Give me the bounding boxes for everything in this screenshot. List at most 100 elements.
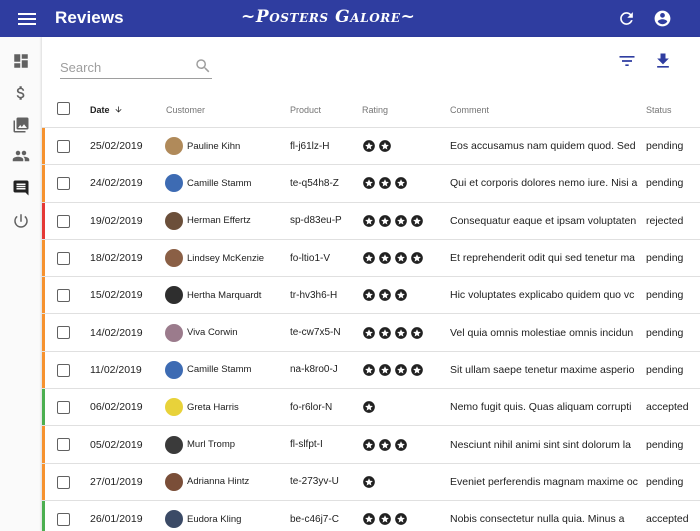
status-indicator (42, 351, 45, 389)
review-date: 11/02/2019 (90, 363, 142, 376)
row-checkbox[interactable] (57, 140, 70, 153)
customer-name: Camille Stamm (187, 364, 252, 376)
product-reference[interactable]: sp-d83eu-P (290, 203, 352, 239)
table-row[interactable]: 25/02/2019 Pauline Kihn fl-j61lz-H Eos accu… (42, 128, 700, 166)
customer-link[interactable]: Herman Effertz (165, 203, 283, 239)
row-checkbox[interactable] (57, 401, 70, 415)
row-checkbox[interactable] (57, 326, 70, 340)
table-row[interactable]: 26/01/2019 Eudora Kling be-c46j7-C Nobis co… (42, 500, 700, 531)
table-row[interactable]: 05/02/2019 Murl Tromp fl-slfpt-I Nesciunt n… (42, 426, 700, 464)
account-icon[interactable] (653, 9, 672, 28)
customer-link[interactable]: Viva Corwin (165, 314, 283, 350)
product-reference[interactable]: be-c46j7-C (290, 501, 352, 531)
rating-stars (362, 240, 442, 276)
status-text: pending (646, 363, 684, 376)
customers-icon[interactable] (12, 147, 30, 165)
table-row[interactable]: 06/02/2019 Greta Harris fo-r6lor-N Nemo fug… (42, 389, 700, 427)
customer-link[interactable]: Pauline Kihn (165, 128, 283, 164)
product-reference[interactable]: fl-slfpt-I (290, 426, 352, 462)
product-reference[interactable]: te-cw7x5-N (290, 314, 352, 350)
dollar-icon[interactable] (12, 84, 30, 102)
avatar (165, 435, 183, 454)
review-comment: Consequatur eaque et ipsam voluptaten (450, 214, 637, 227)
column-product[interactable]: Product (290, 105, 321, 115)
customer-link[interactable]: Eudora Kling (165, 501, 283, 531)
customer-link[interactable]: Adrianna Hintz (165, 464, 283, 500)
avatar (165, 174, 183, 193)
table-row[interactable]: 11/02/2019 Camille Stamm na-k8ro0-J Sit ull… (42, 351, 700, 390)
product-reference[interactable]: fl-j61lz-H (290, 128, 352, 164)
download-icon[interactable] (653, 51, 673, 71)
logout-icon[interactable] (12, 212, 30, 230)
row-checkbox[interactable] (57, 363, 70, 377)
customer-link[interactable]: Camille Stamm (165, 352, 283, 388)
row-checkbox[interactable] (57, 512, 70, 526)
column-date[interactable]: Date (90, 105, 123, 115)
product-reference[interactable]: fo-ltio1-V (290, 240, 352, 276)
star-icon (395, 326, 407, 339)
status-indicator (42, 165, 45, 202)
column-customer[interactable]: Customer (166, 105, 205, 115)
customer-name: Hertha Marquardt (187, 289, 262, 301)
product-reference[interactable]: tr-hv3h6-H (290, 277, 352, 313)
table-row[interactable]: 18/02/2019 Lindsey McKenzie fo-ltio1-V Et r… (42, 239, 700, 278)
dashboard-icon[interactable] (12, 52, 30, 70)
status-indicator (42, 128, 45, 165)
table-row[interactable]: 14/02/2019 Viva Corwin te-cw7x5-N Vel quia … (42, 314, 700, 352)
product-reference[interactable]: fo-r6lor-N (290, 389, 352, 425)
column-status[interactable]: Status (646, 105, 672, 115)
row-checkbox[interactable] (57, 214, 70, 228)
table-row[interactable]: 24/02/2019 Camille Stamm te-q54h8-Z Qui et … (42, 165, 700, 203)
row-checkbox[interactable] (57, 438, 70, 452)
customer-link[interactable]: Lindsey McKenzie (165, 240, 283, 276)
customer-link[interactable]: Murl Tromp (165, 426, 283, 462)
product-reference[interactable]: na-k8ro0-J (290, 352, 352, 388)
star-icon (363, 513, 375, 525)
status-indicator (42, 202, 45, 239)
avatar (165, 211, 183, 230)
status-text: accepted (646, 401, 689, 414)
table-body: 25/02/2019 Pauline Kihn fl-j61lz-H Eos accu… (42, 128, 700, 531)
star-icon (363, 401, 375, 414)
column-rating[interactable]: Rating (362, 105, 388, 115)
product-reference[interactable]: te-273yv-U (290, 464, 352, 500)
review-date: 15/02/2019 (90, 289, 143, 302)
row-checkbox[interactable] (57, 289, 70, 303)
row-checkbox[interactable] (57, 251, 70, 265)
select-all-checkbox[interactable] (57, 102, 70, 115)
rating-stars (362, 128, 442, 164)
table-row[interactable]: 15/02/2019 Hertha Marquardt tr-hv3h6-H Hic … (42, 277, 700, 315)
review-comment: Et reprehenderit odit qui sed tenetur ma (450, 252, 636, 265)
customer-link[interactable]: Greta Harris (165, 389, 283, 425)
table-row[interactable]: 27/01/2019 Adrianna Hintz te-273yv-U Evenie… (42, 463, 700, 501)
rating-stars (362, 464, 442, 500)
table-row[interactable]: 19/02/2019 Herman Effertz sp-d83eu-P Conseq… (42, 202, 700, 240)
star-icon (411, 214, 423, 227)
refresh-icon[interactable] (617, 9, 636, 28)
customer-link[interactable]: Camille Stamm (165, 165, 283, 201)
avatar (165, 286, 183, 305)
reviews-icon[interactable] (12, 179, 30, 197)
rating-stars (362, 314, 442, 350)
star-icon (379, 364, 391, 376)
column-comment[interactable]: Comment (450, 105, 489, 115)
filter-icon[interactable] (617, 51, 637, 71)
product-reference[interactable]: te-q54h8-Z (290, 165, 352, 201)
customer-name: Pauline Kihn (187, 140, 241, 152)
customer-name: Viva Corwin (187, 327, 238, 339)
brand-logo: ~Posters Galore~ (241, 7, 416, 27)
posters-icon[interactable] (12, 116, 30, 134)
review-date: 18/02/2019 (90, 252, 143, 265)
search-input[interactable] (60, 57, 190, 77)
star-icon (363, 475, 375, 488)
row-checkbox[interactable] (57, 177, 70, 191)
menu-icon[interactable] (16, 10, 38, 27)
status-indicator (42, 463, 45, 500)
row-checkbox[interactable] (57, 475, 70, 489)
star-icon (363, 252, 375, 264)
customer-link[interactable]: Hertha Marquardt (165, 277, 283, 313)
sort-arrow-down-icon (115, 106, 122, 113)
review-date: 14/02/2019 (90, 326, 143, 339)
review-comment: Hic voluptates explicabo quidem quo vc (450, 289, 635, 302)
avatar (165, 398, 183, 417)
